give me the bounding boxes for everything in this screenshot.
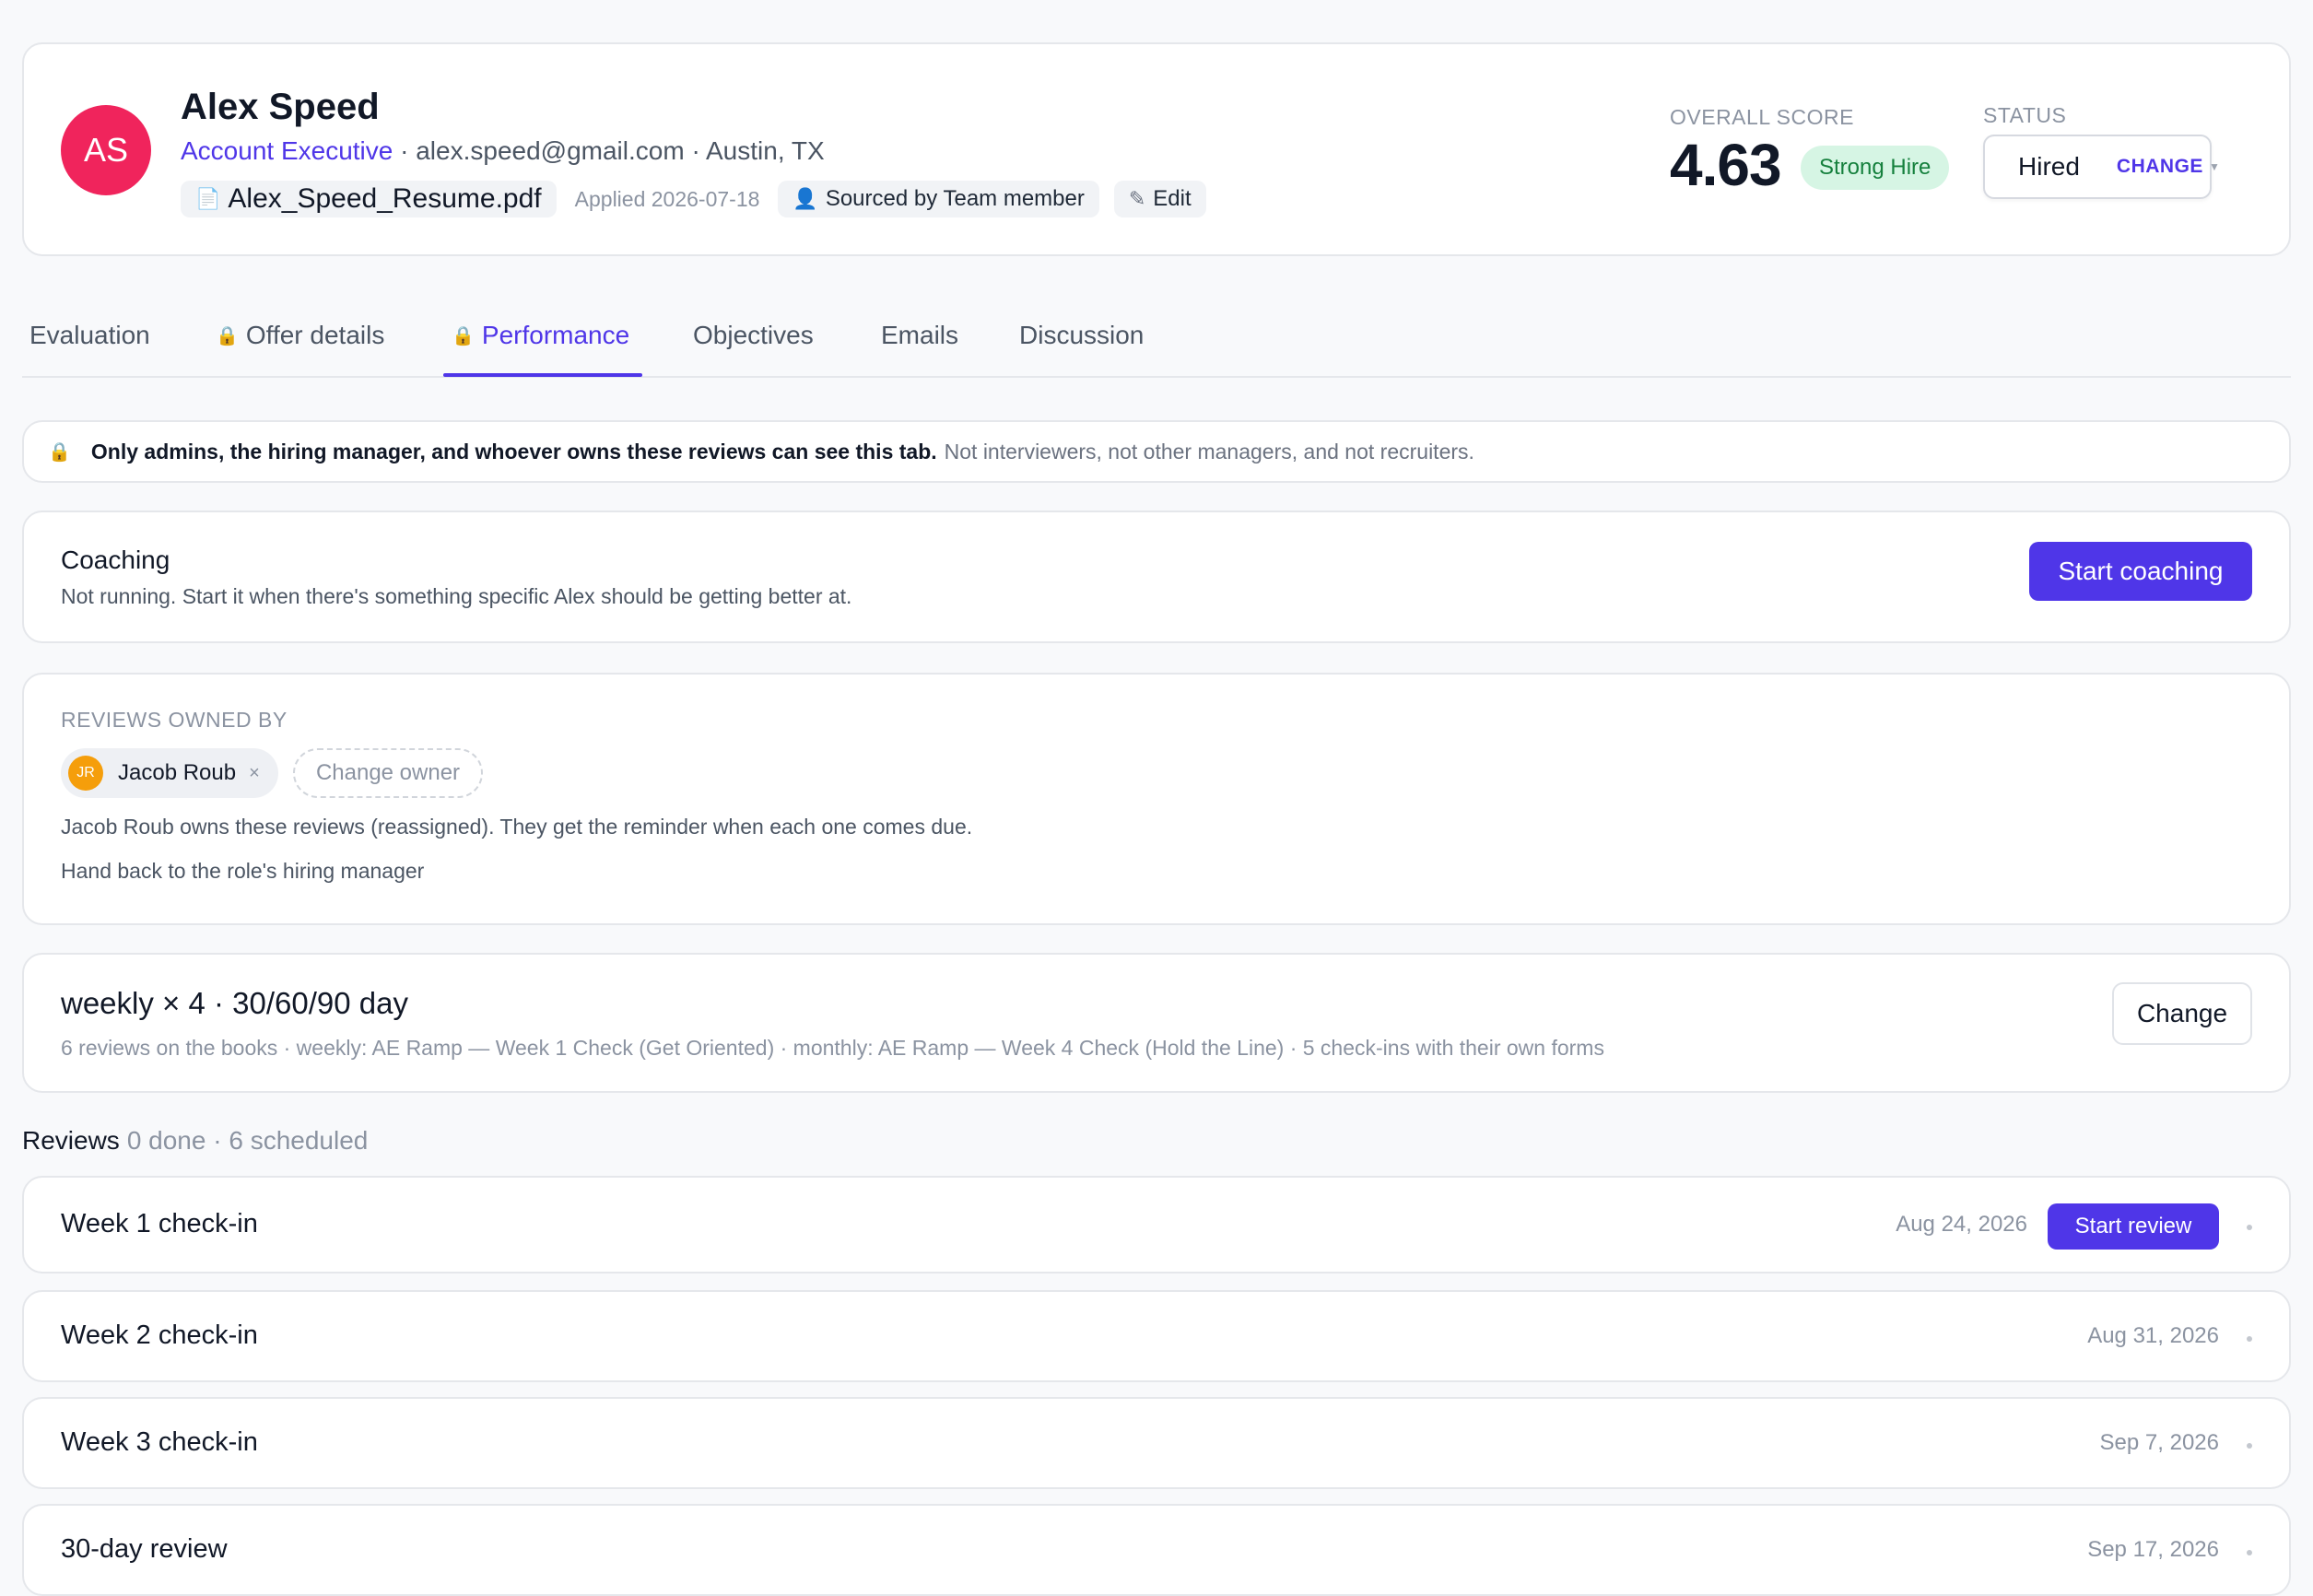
review-date: Aug 24, 2026 (1896, 1212, 2027, 1237)
applied-date: Applied 2026-07-18 (574, 186, 760, 211)
overall-score-label: OVERALL SCORE (1670, 105, 1854, 129)
resume-chip[interactable]: 📄 Alex_Speed_Resume.pdf (181, 181, 557, 217)
candidate-name: Alex Speed (181, 87, 380, 127)
reviews-summary: 0 done · 6 scheduled (126, 1126, 369, 1155)
candidate-subline: Account Executive · alex.speed@gmail.com… (181, 136, 825, 166)
review-title: 30-day review (61, 1534, 228, 1564)
resume-filename: Alex_Speed_Resume.pdf (228, 183, 542, 214)
tab-label: Emails (881, 321, 959, 349)
status-control[interactable]: Hired CHANGE ▼ (1983, 135, 2220, 199)
tab-objectives[interactable]: Objectives (693, 321, 814, 350)
coaching-subtitle: Not running. Start it when there's somet… (61, 584, 852, 608)
status-value: Hired (2018, 152, 2080, 181)
owner-avatar: JR (68, 756, 103, 791)
tab-label: Offer details (245, 321, 385, 349)
reviews-label: Reviews (22, 1126, 120, 1155)
more-dot-icon[interactable] (2247, 1225, 2252, 1230)
owner-pill: JR Jacob Roub × (61, 748, 278, 798)
person-icon: 👤 (793, 187, 818, 210)
role-link[interactable]: Account Executive (181, 136, 393, 165)
file-icon: 📄 (195, 187, 221, 210)
pencil-icon: ✎ (1128, 187, 1146, 210)
tab-label: Evaluation (29, 321, 150, 349)
cadence-title: weekly × 4 · 30/60/90 day (61, 986, 408, 1020)
visibility-notice: 🔒 Only admins, the hiring manager, and w… (22, 420, 2291, 483)
tab-label: Performance (481, 321, 630, 349)
reviews-owner-card: REVIEWS OWNED BY JR Jacob Roub × Change … (22, 673, 2291, 925)
tab-emails[interactable]: Emails (881, 321, 958, 350)
more-dot-icon[interactable] (2247, 1550, 2252, 1555)
review-row[interactable]: Week 3 check-in Sep 7, 2026 (22, 1397, 2291, 1489)
change-owner-button[interactable]: Change owner (293, 748, 483, 798)
review-row[interactable]: Week 1 check-in Aug 24, 2026 Start revie… (22, 1176, 2291, 1273)
review-date: Sep 17, 2026 (2087, 1537, 2219, 1562)
caret-down-icon: ▼ (2208, 160, 2220, 173)
tab-offer-details[interactable]: 🔒 Offer details (216, 321, 384, 350)
lock-icon: 🔒 (216, 325, 239, 346)
reviews-heading: Reviews 0 done · 6 scheduled (22, 1126, 368, 1156)
change-cadence-button[interactable]: Change (2112, 982, 2252, 1045)
lock-icon: 🔒 (452, 325, 475, 346)
edit-button[interactable]: ✎ Edit (1113, 181, 1206, 217)
review-row[interactable]: 30-day review Sep 17, 2026 (22, 1504, 2291, 1596)
tab-label: Objectives (693, 321, 814, 349)
edit-label: Edit (1153, 186, 1192, 211)
review-cadence-card: weekly × 4 · 30/60/90 day 6 reviews on t… (22, 953, 2291, 1093)
score-recommendation-badge: Strong Hire (1801, 146, 1950, 190)
candidate-meta-row: 📄 Alex_Speed_Resume.pdf Applied 2026-07-… (181, 181, 1206, 217)
review-date: Sep 7, 2026 (2099, 1430, 2219, 1455)
tab-label: Discussion (1019, 321, 1145, 349)
review-title: Week 3 check-in (61, 1427, 258, 1457)
start-review-button[interactable]: Start review (2048, 1203, 2219, 1250)
review-title: Week 2 check-in (61, 1320, 258, 1350)
start-coaching-button[interactable]: Start coaching (2029, 542, 2252, 601)
review-row[interactable]: Week 2 check-in Aug 31, 2026 (22, 1290, 2291, 1382)
candidate-header: AS Alex Speed Account Executive · alex.s… (22, 42, 2291, 256)
candidate-avatar: AS (61, 105, 151, 195)
candidate-contact: · alex.speed@gmail.com · Austin, TX (393, 136, 825, 165)
reviews-owner-label: REVIEWS OWNED BY (61, 708, 288, 732)
overall-score-value: 4.63 (1670, 132, 1782, 198)
more-dot-icon[interactable] (2247, 1336, 2252, 1342)
review-date: Aug 31, 2026 (2087, 1323, 2219, 1348)
review-title: Week 1 check-in (61, 1209, 258, 1238)
active-tab-indicator (443, 373, 642, 377)
status-change-button[interactable]: CHANGE (2117, 156, 2203, 178)
lock-icon: 🔒 (48, 441, 71, 463)
remove-icon[interactable]: × (249, 763, 260, 784)
tab-bar: Evaluation 🔒 Offer details 🔒 Performance… (22, 304, 2291, 378)
coaching-title: Coaching (61, 546, 170, 574)
tab-evaluation[interactable]: Evaluation (29, 321, 150, 350)
owner-name: Jacob Roub (118, 760, 237, 785)
tab-performance[interactable]: 🔒 Performance (452, 321, 629, 350)
coaching-card: Coaching Not running. Start it when ther… (22, 510, 2291, 643)
notice-bold-text: Only admins, the hiring manager, and who… (90, 439, 937, 464)
source-label: Sourced by Team member (825, 186, 1085, 211)
more-dot-icon[interactable] (2247, 1443, 2252, 1449)
status-label: STATUS (1983, 103, 2067, 127)
source-chip: 👤 Sourced by Team member (778, 181, 1099, 217)
tab-discussion[interactable]: Discussion (1019, 321, 1144, 350)
hand-back-link[interactable]: Hand back to the role's hiring manager (61, 859, 424, 884)
notice-muted-text: Not interviewers, not other managers, an… (944, 439, 1474, 464)
owner-description: Jacob Roub owns these reviews (reassigne… (61, 815, 973, 839)
cadence-subtitle: 6 reviews on the books · weekly: AE Ramp… (61, 1036, 1604, 1060)
